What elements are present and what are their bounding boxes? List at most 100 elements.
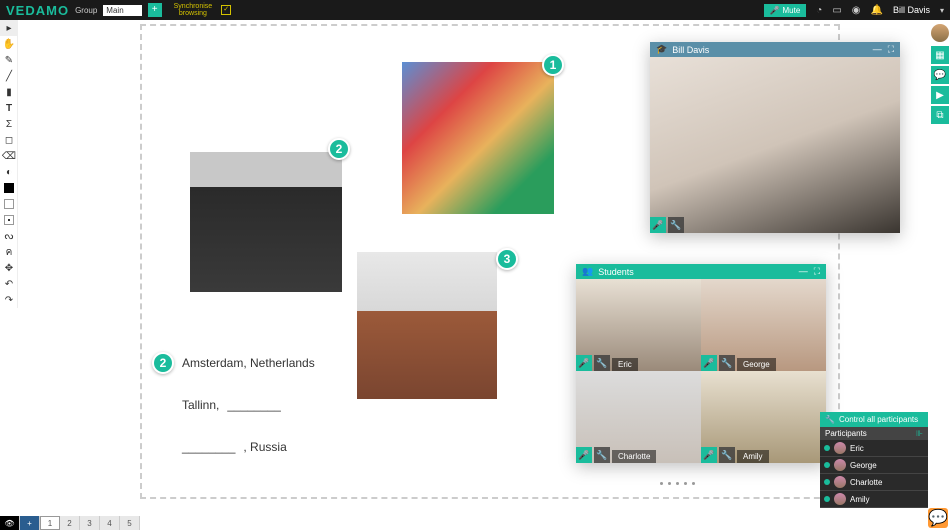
student-name-label: Charlotte — [612, 450, 656, 463]
user-avatar[interactable] — [931, 24, 949, 42]
whiteboard-panel-button[interactable]: ▦ — [931, 46, 949, 64]
screenshare-panel-button[interactable]: ⧉ — [931, 106, 949, 124]
teacher-mic-button[interactable]: 🎤 — [650, 217, 666, 233]
pointer-tool[interactable]: ▸ — [0, 20, 18, 36]
student-mic-button[interactable]: 🎤 — [701, 355, 717, 371]
student-mic-button[interactable]: 🎤 — [576, 447, 592, 463]
page-tab-5[interactable]: 5 — [120, 516, 140, 530]
badge-2-image[interactable]: 2 — [328, 138, 350, 160]
highlighter-tool[interactable]: ▮ — [0, 84, 18, 100]
participants-header[interactable]: 🔧 Control all participants — [820, 412, 928, 427]
user-name[interactable]: Bill Davis — [893, 5, 930, 15]
minimize-icon[interactable]: — — [799, 266, 808, 277]
chat-panel-button[interactable]: 💬 — [931, 66, 949, 84]
teacher-video-panel[interactable]: 🎓 Bill Davis — ⛶ 🎤 🔧 — [650, 42, 900, 233]
student-cell-amily[interactable]: 🎤🔧 Amily — [701, 371, 826, 463]
status-dot-icon — [824, 496, 830, 502]
fill-color[interactable] — [0, 180, 18, 196]
participant-row[interactable]: Charlotte — [820, 474, 928, 491]
student-settings-button[interactable]: 🔧 — [594, 447, 610, 463]
link-tool[interactable]: ค — [0, 244, 18, 260]
stats-icon[interactable]: ⊪ — [916, 429, 923, 438]
participants-subheader: Participants ⊪ — [820, 427, 928, 440]
page-tabs: 👁 + 1 2 3 4 5 — [0, 516, 140, 530]
student-mic-button[interactable]: 🎤 — [576, 355, 592, 371]
participant-row[interactable]: Amily — [820, 491, 928, 508]
badge-3[interactable]: 3 — [496, 248, 518, 270]
teacher-video-header[interactable]: 🎓 Bill Davis — ⛶ — [650, 42, 900, 57]
undo-button[interactable]: ↶ — [0, 276, 18, 292]
student-cell-charlotte[interactable]: 🎤🔧 Charlotte — [576, 371, 701, 463]
answer-russia-blank[interactable]: ________ — [182, 440, 235, 454]
group-add-button[interactable]: + — [148, 3, 162, 17]
stroke-style[interactable] — [0, 212, 18, 228]
students-video-panel[interactable]: 👥 Students — ⛶ 🎤🔧 Eric 🎤🔧 George 🎤🔧 Char… — [576, 264, 826, 463]
hand-tool[interactable]: ✋ — [0, 36, 18, 52]
participant-row[interactable]: Eric — [820, 440, 928, 457]
status-dot-icon — [824, 462, 830, 468]
people-icon: 👥 — [582, 266, 593, 277]
pagination-dots — [660, 482, 695, 485]
expand-icon[interactable]: ⛶ — [814, 266, 820, 277]
mute-button[interactable]: 🎤 Mute — [764, 4, 807, 17]
student-mic-button[interactable]: 🎤 — [701, 447, 717, 463]
student-cell-george[interactable]: 🎤🔧 George — [701, 279, 826, 371]
students-label: Students — [598, 267, 634, 277]
line-tool[interactable]: ╱ — [0, 68, 18, 84]
participants-panel[interactable]: 🔧 Control all participants Participants … — [820, 412, 928, 508]
right-sidebar: ▦ 💬 ▶ ⧉ — [930, 20, 950, 126]
image-moscow[interactable] — [402, 62, 554, 214]
answer-amsterdam: Amsterdam, Netherlands — [182, 356, 315, 370]
image-amsterdam[interactable] — [190, 152, 342, 292]
participants-header-label: Control all participants — [839, 415, 918, 424]
participant-row[interactable]: George — [820, 457, 928, 474]
lasso-tool[interactable]: ᔓ — [0, 228, 18, 244]
left-toolbar: ▸ ✋ ✎ ╱ ▮ T Σ ◻ ⌫ ◐ ᔓ ค ✥ ↶ ↷ — [0, 20, 18, 308]
page-tab-1[interactable]: 1 — [40, 516, 60, 530]
participant-avatar — [834, 459, 846, 471]
student-cell-eric[interactable]: 🎤🔧 Eric — [576, 279, 701, 371]
shape-tool[interactable]: ◻ — [0, 132, 18, 148]
teacher-video-stream: 🎤 🔧 — [650, 57, 900, 233]
screen-icon[interactable]: ▭ — [832, 5, 841, 16]
camera-icon[interactable]: ◉ — [852, 5, 861, 16]
add-page-button[interactable]: + — [20, 516, 40, 530]
participant-avatar — [834, 442, 846, 454]
move-tool[interactable]: ✥ — [0, 260, 18, 276]
page-tab-2[interactable]: 2 — [60, 516, 80, 530]
badge-2-answer[interactable]: 2 — [152, 352, 174, 374]
chevron-down-icon[interactable]: ▾ — [940, 6, 944, 15]
expand-icon[interactable]: ⛶ — [888, 44, 894, 55]
participant-avatar — [834, 476, 846, 488]
teacher-settings-button[interactable]: 🔧 — [668, 217, 684, 233]
eraser-tool[interactable]: ⌫ — [0, 148, 18, 164]
media-panel-button[interactable]: ▶ — [931, 86, 949, 104]
math-tool[interactable]: Σ — [0, 116, 18, 132]
text-tool[interactable]: T — [0, 100, 18, 116]
group-select[interactable]: Main — [103, 5, 141, 16]
page-tab-3[interactable]: 3 — [80, 516, 100, 530]
answer-tallinn-blank[interactable]: ________ — [227, 398, 280, 412]
student-settings-button[interactable]: 🔧 — [594, 355, 610, 371]
minimize-icon[interactable]: — — [873, 44, 882, 55]
redo-button[interactable]: ↷ — [0, 292, 18, 308]
sync-browsing-toggle[interactable]: ✓ — [221, 5, 231, 15]
participant-avatar — [834, 493, 846, 505]
chat-fab-button[interactable]: 💬 — [928, 508, 948, 528]
page-tab-4[interactable]: 4 — [100, 516, 120, 530]
graduation-icon: 🎓 — [656, 44, 667, 55]
badge-1[interactable]: 1 — [542, 54, 564, 76]
status-dot-icon — [824, 445, 830, 451]
clock-icon[interactable]: ◔ — [816, 5, 822, 16]
student-settings-button[interactable]: 🔧 — [719, 355, 735, 371]
pencil-tool[interactable]: ✎ — [0, 52, 18, 68]
image-tallinn[interactable] — [357, 252, 497, 399]
bell-icon[interactable]: 🔔 — [871, 5, 883, 16]
student-settings-button[interactable]: 🔧 — [719, 447, 735, 463]
mute-label: Mute — [782, 6, 800, 15]
fill-tool[interactable]: ◐ — [0, 164, 18, 180]
students-video-header[interactable]: 👥 Students — ⛶ — [576, 264, 826, 279]
visibility-toggle[interactable]: 👁 — [0, 516, 20, 530]
wrench-icon: 🔧 — [825, 415, 835, 424]
bg-color[interactable] — [0, 196, 18, 212]
